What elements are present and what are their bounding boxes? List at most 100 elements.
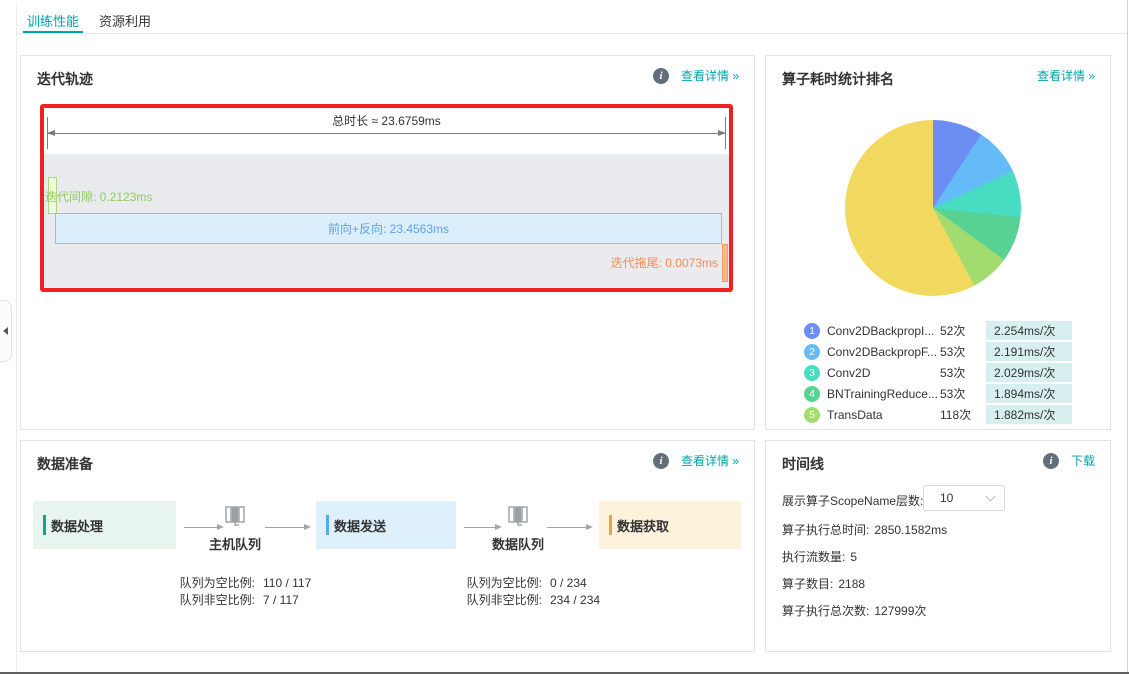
operator-pie-chart[interactable] — [845, 120, 1021, 296]
operator-count: 53次 — [940, 385, 986, 402]
iteration-tail-label: 迭代拖尾: 0.0073ms — [611, 254, 718, 271]
operator-avg-time: 2.029ms/次 — [986, 363, 1072, 382]
sidebar-collapse-handle[interactable] — [0, 300, 12, 362]
stage-data-processing[interactable]: 数据处理 — [33, 501, 176, 549]
operator-count: 53次 — [940, 364, 986, 381]
info-icon[interactable]: i — [1043, 453, 1059, 469]
operator-avg-time: 2.191ms/次 — [986, 342, 1072, 361]
stage-label: 数据发送 — [334, 516, 386, 535]
op-count-stat: 算子数目: 2188 — [782, 575, 865, 592]
queue-nonempty-ratio-label: 队列非空比例: — [434, 592, 542, 609]
operator-name: Conv2DBackpropI... — [827, 324, 940, 338]
chevron-left-icon — [3, 327, 8, 335]
operator-avg-time: 1.894ms/次 — [986, 384, 1072, 403]
rank-row: 2 Conv2DBackpropF... 53次 2.191ms/次 — [804, 341, 1096, 362]
queue-nonempty-ratio-value: 234 / 234 — [542, 592, 628, 609]
queue-label: 数据队列 — [463, 534, 573, 553]
queue-icon — [222, 502, 248, 528]
queue-empty-ratio-label: 队列为空比例: — [434, 575, 542, 592]
tab-bar: 训练性能 资源利用 — [17, 8, 1127, 34]
view-details-link[interactable]: 查看详情 » — [681, 452, 739, 469]
rank-badge: 3 — [804, 365, 820, 381]
queue-nonempty-ratio-value: 7 / 117 — [255, 592, 341, 609]
panel-title: 算子耗时统计排名 — [782, 69, 894, 89]
operator-name: BNTrainingReduce... — [827, 387, 940, 401]
rank-badge: 1 — [804, 323, 820, 339]
rank-row: 3 Conv2D 53次 2.029ms/次 — [804, 362, 1096, 383]
iteration-chart-highlighted[interactable]: 总时长 ≈ 23.6759ms 迭代间隙: 0.2123ms 前向+反向: 23… — [40, 104, 733, 292]
info-icon[interactable]: i — [653, 453, 669, 469]
tab-training-performance[interactable]: 训练性能 — [23, 8, 83, 33]
stage-accent-bar — [609, 515, 612, 535]
rank-row: 4 BNTrainingReduce... 53次 1.894ms/次 — [804, 383, 1096, 404]
arrowhead-left-icon — [47, 130, 55, 136]
info-icon[interactable]: i — [653, 68, 669, 84]
scope-depth-value: 10 — [940, 491, 987, 505]
operator-avg-time: 1.882ms/次 — [986, 405, 1072, 424]
stage-data-fetching[interactable]: 数据获取 — [599, 501, 741, 549]
operator-count: 52次 — [940, 322, 986, 339]
rank-row: 5 TransData 118次 1.882ms/次 — [804, 404, 1096, 425]
scope-depth-select[interactable]: 10 — [923, 485, 1005, 511]
op-total-time-stat: 算子执行总时间: 2850.1582ms — [782, 521, 947, 538]
arrowhead-right-icon — [718, 130, 726, 136]
scope-name-depth-label: 展示算子ScopeName层数: — [782, 492, 923, 509]
queue-empty-ratio-value: 0 / 234 — [542, 575, 628, 592]
operator-rank-list: 1 Conv2DBackpropI... 52次 2.254ms/次 2 Con… — [804, 320, 1096, 425]
stat-label: 算子执行总次数: — [782, 604, 869, 618]
rank-badge: 4 — [804, 386, 820, 402]
stat-label: 算子执行总时间: — [782, 523, 869, 537]
iteration-gap-label: 迭代间隙: 0.2123ms — [45, 188, 152, 205]
op-exec-total-stat: 算子执行总次数: 127999次 — [782, 602, 926, 619]
window-right-border — [1127, 0, 1128, 674]
stat-value: 127999次 — [874, 604, 926, 618]
download-link[interactable]: 下载 — [1071, 452, 1095, 469]
stream-count-stat: 执行流数量: 5 — [782, 548, 857, 565]
timeline-panel: 时间线 i 下载 展示算子ScopeName层数: 10 算子执行总时间: 285… — [765, 440, 1111, 652]
queue-empty-ratio-label: 队列为空比例: — [147, 575, 255, 592]
operator-name: TransData — [827, 408, 940, 422]
stat-value: 2188 — [838, 577, 865, 591]
forward-backward-bar[interactable]: 前向+反向: 23.4563ms — [55, 213, 722, 244]
panel-title: 时间线 — [782, 454, 824, 474]
chevron-down-icon — [986, 492, 996, 502]
tab-resource-utilization[interactable]: 资源利用 — [95, 8, 155, 33]
iteration-trajectory-panel: 迭代轨迹 i 查看详情 » 总时长 ≈ 23.6759ms 迭代间隙: 0.21… — [20, 55, 755, 430]
total-duration-label: 总时长 ≈ 23.6759ms — [44, 112, 729, 129]
stage-accent-bar — [43, 515, 46, 535]
rank-badge: 2 — [804, 344, 820, 360]
operator-count: 53次 — [940, 343, 986, 360]
view-details-link[interactable]: 查看详情 » — [1037, 67, 1095, 84]
iteration-band: 迭代间隙: 0.2123ms 前向+反向: 23.4563ms 迭代拖尾: 0.… — [44, 154, 729, 288]
queue-label: 主机队列 — [180, 534, 290, 553]
arrow-line — [48, 133, 725, 134]
stat-value: 5 — [850, 550, 857, 564]
left-divider — [16, 4, 17, 672]
operator-name: Conv2D — [827, 366, 940, 380]
queue-nonempty-ratio-label: 队列非空比例: — [147, 592, 255, 609]
profiler-dashboard: 训练性能 资源利用 迭代轨迹 i 查看详情 » 总时长 ≈ 23.6759ms … — [0, 0, 1129, 674]
rank-row: 1 Conv2DBackpropI... 52次 2.254ms/次 — [804, 320, 1096, 341]
stat-value: 2850.1582ms — [874, 523, 947, 537]
queue-icon — [505, 502, 531, 528]
operator-name: Conv2DBackpropF... — [827, 345, 940, 359]
stage-label: 数据获取 — [617, 516, 669, 535]
operator-avg-time: 2.254ms/次 — [986, 321, 1072, 340]
operator-ranking-panel: 算子耗时统计排名 查看详情 » 1 Conv2DBackpropI... 52次… — [765, 55, 1111, 430]
stage-label: 数据处理 — [51, 516, 103, 535]
host-queue-stats: 队列为空比例: 110 / 117 队列非空比例: 7 / 117 — [119, 575, 369, 609]
panel-title: 迭代轨迹 — [37, 69, 93, 89]
total-duration-arrow: 总时长 ≈ 23.6759ms — [44, 108, 729, 154]
flow-arrow-icon — [547, 524, 593, 531]
flow-arrow-icon — [265, 524, 311, 531]
panel-title: 数据准备 — [37, 454, 93, 474]
stat-label: 算子数目: — [782, 577, 833, 591]
iteration-tail-bar[interactable] — [722, 244, 728, 282]
data-queue-stats: 队列为空比例: 0 / 234 队列非空比例: 234 / 234 — [406, 575, 656, 609]
data-preparation-panel: 数据准备 i 查看详情 » 数据处理 主机队列 数据发送 — [20, 440, 755, 652]
view-details-link[interactable]: 查看详情 » — [681, 67, 739, 84]
forward-backward-label: 前向+反向: 23.4563ms — [328, 220, 449, 237]
stat-label: 执行流数量: — [782, 550, 845, 564]
stage-data-sending[interactable]: 数据发送 — [316, 501, 456, 549]
queue-empty-ratio-value: 110 / 117 — [255, 575, 341, 592]
